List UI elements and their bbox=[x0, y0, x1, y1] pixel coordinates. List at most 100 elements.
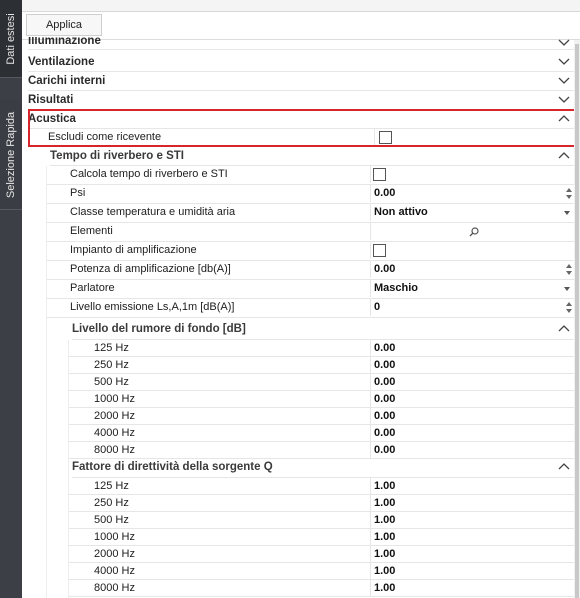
q-row: 2000 Hz 1.00 bbox=[68, 546, 576, 563]
section-rumore-fondo[interactable]: Livello del rumore di fondo [dB] bbox=[72, 318, 576, 340]
frequency-value[interactable]: 0.00 bbox=[374, 357, 395, 374]
frequency-label: 250 Hz bbox=[94, 359, 129, 371]
frequency-label: 500 Hz bbox=[94, 376, 129, 388]
emissione-value[interactable]: 0 bbox=[374, 299, 380, 316]
chevron-up-icon[interactable] bbox=[558, 114, 570, 123]
noise-row: 2000 Hz 0.00 bbox=[68, 408, 576, 425]
frequency-label: 8000 Hz bbox=[94, 582, 135, 594]
frequency-label: 1000 Hz bbox=[94, 531, 135, 543]
frequency-value[interactable]: 1.00 bbox=[374, 512, 395, 529]
category-label: Ventilazione bbox=[28, 56, 95, 68]
calcola-checkbox[interactable] bbox=[373, 168, 386, 181]
classe-value[interactable]: Non attivo bbox=[374, 204, 428, 221]
spinner-icon[interactable] bbox=[566, 263, 572, 276]
chevron-down-icon[interactable] bbox=[558, 57, 570, 66]
divider bbox=[370, 425, 371, 442]
category-acustica[interactable]: Acustica bbox=[28, 110, 576, 129]
frequency-label: 500 Hz bbox=[94, 514, 129, 526]
dropdown-arrow-icon[interactable] bbox=[564, 211, 570, 215]
tab-label: Dati estesi bbox=[5, 12, 17, 65]
category-illuminazione[interactable]: Illuminazione bbox=[28, 37, 576, 50]
divider bbox=[370, 408, 371, 425]
noise-row: 250 Hz 0.00 bbox=[68, 357, 576, 374]
top-strip bbox=[22, 0, 580, 12]
prop-potenza-amplificazione: Potenza di amplificazione [db(A)] 0.00 bbox=[46, 261, 576, 280]
divider bbox=[370, 340, 371, 357]
divider bbox=[370, 166, 371, 183]
section-fattore-q[interactable]: Fattore di direttività della sorgente Q bbox=[72, 456, 576, 478]
frequency-value[interactable]: 0.00 bbox=[374, 374, 395, 391]
divider bbox=[370, 280, 371, 297]
divider bbox=[370, 223, 371, 240]
divider bbox=[370, 357, 371, 374]
frequency-value[interactable]: 0.00 bbox=[374, 340, 395, 357]
frequency-value[interactable]: 1.00 bbox=[374, 529, 395, 546]
divider bbox=[370, 374, 371, 391]
noise-row: 500 Hz 0.00 bbox=[68, 374, 576, 391]
psi-value[interactable]: 0.00 bbox=[374, 185, 395, 202]
q-row: 125 Hz 1.00 bbox=[68, 478, 576, 495]
frequency-label: 4000 Hz bbox=[94, 427, 135, 439]
category-risultati[interactable]: Risultati bbox=[28, 91, 576, 110]
dropdown-arrow-icon[interactable] bbox=[564, 287, 570, 291]
prop-label: Elementi bbox=[70, 225, 113, 237]
exclude-checkbox[interactable] bbox=[379, 131, 392, 144]
chevron-up-icon[interactable] bbox=[558, 324, 570, 333]
spinner-icon[interactable] bbox=[566, 301, 572, 314]
frequency-value[interactable]: 0.00 bbox=[374, 425, 395, 442]
scrollbar-thumb[interactable] bbox=[575, 44, 579, 598]
parlatore-value[interactable]: Maschio bbox=[374, 280, 418, 297]
chevron-down-icon[interactable] bbox=[558, 38, 570, 47]
divider bbox=[370, 495, 371, 512]
frequency-label: 250 Hz bbox=[94, 497, 129, 509]
tab-dati-estesi[interactable]: Dati estesi bbox=[0, 0, 22, 78]
prop-label: Impianto di amplificazione bbox=[70, 244, 197, 256]
frequency-value[interactable]: 1.00 bbox=[374, 495, 395, 512]
prop-psi: Psi 0.00 bbox=[46, 185, 576, 204]
q-row: 500 Hz 1.00 bbox=[68, 512, 576, 529]
q-row: 250 Hz 1.00 bbox=[68, 495, 576, 512]
indent-guide bbox=[68, 340, 69, 598]
category-label: Risultati bbox=[28, 94, 74, 106]
chevron-down-icon[interactable] bbox=[558, 76, 570, 85]
toolbar: Applica bbox=[22, 12, 580, 40]
category-label: Carichi interni bbox=[28, 75, 106, 87]
frequency-value[interactable]: 0.00 bbox=[374, 408, 395, 425]
category-ventilazione[interactable]: Ventilazione bbox=[28, 53, 576, 72]
potenza-value[interactable]: 0.00 bbox=[374, 261, 395, 278]
section-label: Fattore di direttività della sorgente Q bbox=[72, 460, 273, 473]
prop-impianto-amplificazione: Impianto di amplificazione bbox=[46, 242, 576, 261]
frequency-value[interactable]: 1.00 bbox=[374, 563, 395, 580]
frequency-label: 4000 Hz bbox=[94, 565, 135, 577]
noise-row: 1000 Hz 0.00 bbox=[68, 391, 576, 408]
frequency-value[interactable]: 0.00 bbox=[374, 391, 395, 408]
divider bbox=[370, 580, 371, 597]
indent-guide bbox=[46, 166, 47, 598]
prop-label: Livello emissione Ls,A,1m [dB(A)] bbox=[70, 301, 235, 313]
apply-button[interactable]: Applica bbox=[26, 14, 102, 36]
divider bbox=[370, 529, 371, 546]
search-icon[interactable] bbox=[469, 227, 479, 237]
divider bbox=[370, 204, 371, 221]
divider bbox=[370, 391, 371, 408]
chevron-up-icon[interactable] bbox=[558, 462, 570, 471]
divider bbox=[370, 299, 371, 316]
properties-panel: Applica Illuminazione Ventilazione Caric… bbox=[22, 0, 580, 598]
section-tempo-riverbero[interactable]: Tempo di riverbero e STI bbox=[50, 147, 576, 166]
frequency-label: 2000 Hz bbox=[94, 548, 135, 560]
prop-label: Psi bbox=[70, 187, 86, 199]
spinner-icon[interactable] bbox=[566, 187, 572, 200]
chevron-up-icon[interactable] bbox=[558, 151, 570, 160]
divider bbox=[370, 242, 371, 259]
frequency-value[interactable]: 1.00 bbox=[374, 580, 395, 597]
q-row: 1000 Hz 1.00 bbox=[68, 529, 576, 546]
impianto-checkbox[interactable] bbox=[373, 244, 386, 257]
tab-selezione-rapida[interactable]: Selezione Rapida bbox=[0, 100, 22, 210]
category-carichi-interni[interactable]: Carichi interni bbox=[28, 72, 576, 91]
chevron-down-icon[interactable] bbox=[558, 95, 570, 104]
frequency-value[interactable]: 1.00 bbox=[374, 546, 395, 563]
frequency-value[interactable]: 1.00 bbox=[374, 478, 395, 495]
frequency-label: 1000 Hz bbox=[94, 393, 135, 405]
prop-elementi: Elementi bbox=[46, 223, 576, 242]
side-panel: Dati estesi Selezione Rapida bbox=[0, 0, 22, 598]
